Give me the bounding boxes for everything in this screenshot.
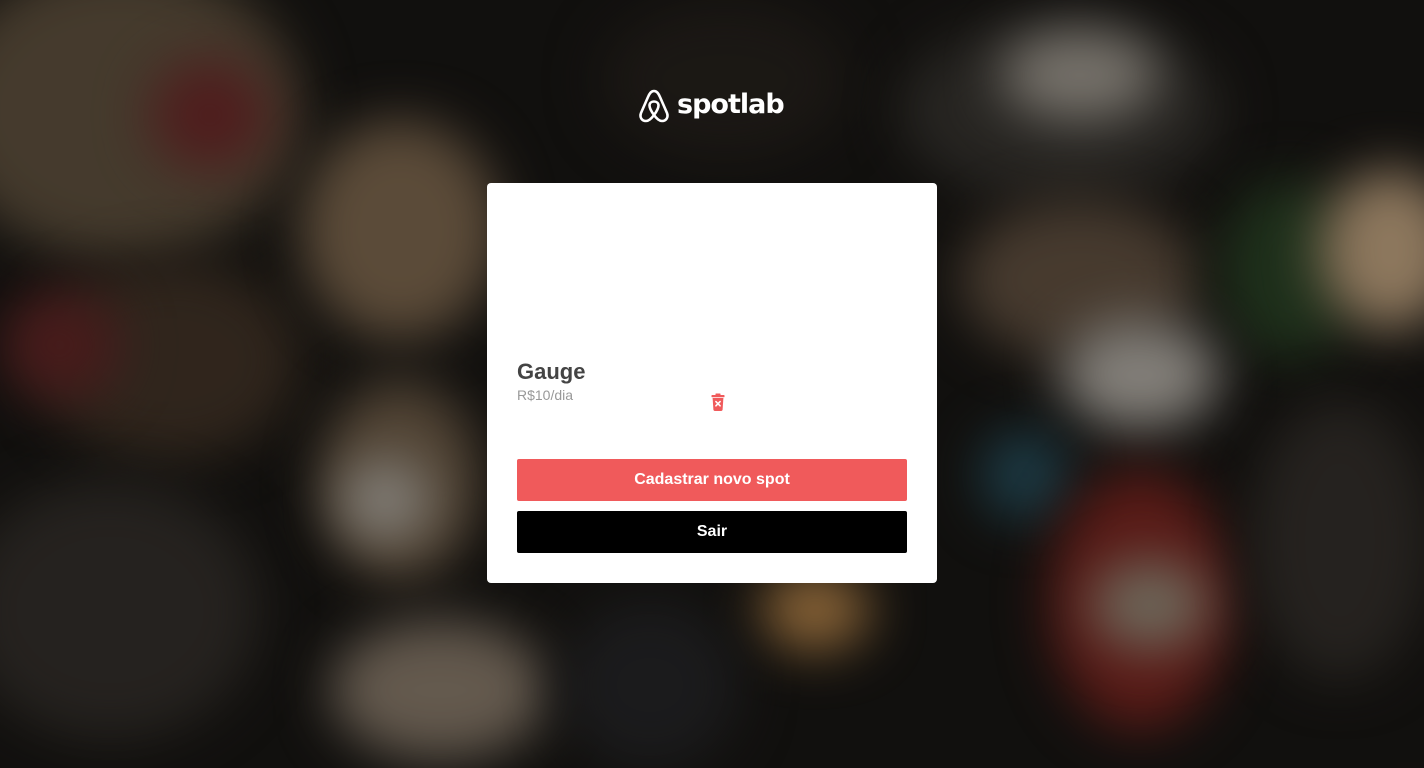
spot-list-item[interactable]: Gauge R$10/dia [517,213,725,411]
delete-spot-button[interactable] [710,393,726,411]
spot-price: R$10/dia [517,387,574,403]
spots-card: Gauge R$10/dia Cadastrar novo spot Sair [487,183,937,583]
trash-icon [711,393,725,411]
logout-button[interactable]: Sair [517,511,907,553]
airbnb-belo-icon [639,89,669,123]
spot-thumbnail [517,213,697,353]
spot-title: Gauge [517,359,586,384]
brand-logo: spotlab [637,86,785,126]
new-spot-button[interactable]: Cadastrar novo spot [517,459,907,501]
brand-name: spotlab [677,88,785,120]
